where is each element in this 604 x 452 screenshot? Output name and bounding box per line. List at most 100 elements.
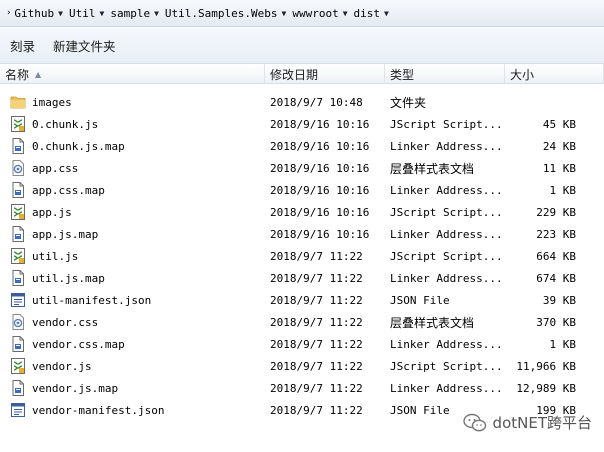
jscript-file-icon [10,116,26,132]
file-name-cell: 0.chunk.js [10,113,98,135]
file-name: vendor.css.map [32,337,125,351]
file-date: 2018/9/16 10:16 [270,227,370,241]
file-row[interactable]: 0.chunk.js 2018/9/16 10:16 JScript Script.… [0,113,604,135]
file-type: Linker Address... [390,337,503,351]
file-row[interactable]: util.js 2018/9/7 11:22 JScript Script... 66… [0,245,604,267]
json-file-icon [10,292,26,308]
file-name-cell: util-manifest.json [10,289,151,311]
file-row[interactable]: vendor.css.map 2018/9/7 11:22 Linker Addre… [0,333,604,355]
map-file-icon [10,226,26,242]
file-date: 2018/9/7 11:22 [270,403,363,417]
map-file-icon [10,336,26,352]
breadcrumb-item[interactable]: Util.Samples.Webs ▼ [165,7,292,20]
file-name: util-manifest.json [32,293,152,307]
file-name-cell: app.js.map [10,223,98,245]
address-bar[interactable]: › Github ▼ Util ▼ sample ▼ Util.Samples.… [0,0,604,27]
file-row[interactable]: util.js.map 2018/9/7 11:22 Linker Address.… [0,267,604,289]
chevron-down-icon[interactable]: ▼ [58,9,63,18]
chevron-down-icon[interactable]: ▼ [384,9,389,18]
file-row[interactable]: app.js.map 2018/9/16 10:16 Linker Address.… [0,223,604,245]
file-date: 2018/9/7 11:22 [270,337,363,351]
file-type: JSON File [390,293,450,307]
burn-button[interactable]: 刻录 [10,36,35,55]
file-row[interactable]: 0.chunk.js.map 2018/9/16 10:16 Linker Addr… [0,135,604,157]
file-size: 45 KB [542,117,576,131]
file-size: 1 KB [549,337,577,351]
file-name: util.js.map [32,271,105,285]
file-size: 370 KB [536,315,576,329]
chevron-down-icon[interactable]: ▼ [100,9,105,18]
file-name-cell: util.js [10,245,78,267]
file-size: 39 KB [542,293,576,307]
column-header-bar: 名称 ▲ 修改日期 类型 大小 [0,64,604,84]
file-name: vendor.js [32,359,92,373]
file-row[interactable]: app.css 2018/9/16 10:16 层叠样式表文档 11 KB [0,157,604,179]
file-type: JScript Script... [390,359,503,373]
file-size: 11,966 KB [516,359,576,373]
file-size: 11 KB [542,161,576,175]
chevron-down-icon[interactable]: ▼ [282,9,287,18]
column-header-type[interactable]: 类型 [385,64,505,84]
breadcrumb-label: Util [69,6,96,20]
chevron-down-icon[interactable]: ▼ [343,9,348,18]
file-name-cell: app.css.map [10,179,105,201]
file-name-cell: vendor.js [10,355,92,377]
file-name: app.css.map [32,183,105,197]
file-type: Linker Address... [390,183,503,197]
file-row[interactable]: images 2018/9/7 10:48 文件夹 [0,91,604,113]
file-name-cell: vendor-manifest.json [10,399,164,421]
column-header-size[interactable]: 大小 [505,64,604,84]
file-type: 文件夹 [390,95,427,110]
file-size: 229 KB [536,205,576,219]
file-row[interactable]: app.css.map 2018/9/16 10:16 Linker Address… [0,179,604,201]
file-date: 2018/9/16 10:16 [270,139,370,153]
breadcrumb-item[interactable]: dist ▼ [354,7,395,20]
breadcrumb-item[interactable]: › Github ▼ [6,7,69,20]
file-size: 674 KB [536,271,576,285]
file-name: vendor-manifest.json [32,403,165,417]
file-row[interactable]: vendor.css 2018/9/7 11:22 层叠样式表文档 370 KB [0,311,604,333]
file-date: 2018/9/7 11:22 [270,315,363,329]
file-date: 2018/9/16 10:16 [270,183,370,197]
file-size: 12,989 KB [516,381,576,395]
file-type: JScript Script... [390,117,503,131]
file-list: images 2018/9/7 10:48 文件夹 0.chunk.js 2018/9/… [0,91,604,421]
file-name: app.js [32,205,72,219]
column-header-label: 名称 [5,67,30,82]
column-header-label: 大小 [510,67,535,82]
jscript-file-icon [10,204,26,220]
breadcrumb-label: dist [353,6,381,20]
column-header-date[interactable]: 修改日期 [265,64,385,84]
file-type: JScript Script... [390,205,503,219]
breadcrumb-item[interactable]: wwwroot ▼ [292,7,353,20]
jscript-file-icon [10,248,26,264]
sort-ascending-icon: ▲ [35,69,42,79]
breadcrumb-item[interactable]: sample ▼ [110,7,165,20]
column-header-label: 修改日期 [270,67,319,82]
file-type: Linker Address... [390,271,503,285]
json-file-icon [10,402,26,418]
file-type: Linker Address... [390,139,503,153]
breadcrumb-label: Github [14,6,55,20]
file-date: 2018/9/16 10:16 [270,117,370,131]
file-name-cell: vendor.js.map [10,377,118,399]
file-name-cell: 0.chunk.js.map [10,135,125,157]
chevron-down-icon[interactable]: ▼ [154,9,159,18]
new-folder-button[interactable]: 新建文件夹 [53,36,116,55]
file-type: Linker Address... [390,381,503,395]
file-type: 层叠样式表文档 [390,315,475,330]
file-date: 2018/9/7 11:22 [270,293,363,307]
column-header-name[interactable]: 名称 ▲ [0,64,265,84]
file-row[interactable]: vendor.js.map 2018/9/7 11:22 Linker Addres… [0,377,604,399]
jscript-file-icon [10,358,26,374]
file-type: Linker Address... [390,227,503,241]
breadcrumb-item[interactable]: Util ▼ [69,7,110,20]
file-row[interactable]: vendor.js 2018/9/7 11:22 JScript Script...… [0,355,604,377]
file-row[interactable]: app.js 2018/9/16 10:16 JScript Script... 22… [0,201,604,223]
watermark: dotNET跨平台 [462,412,592,433]
file-name: vendor.js.map [32,381,119,395]
file-size: 223 KB [536,227,576,241]
command-bar: 刻录 新建文件夹 [0,28,604,64]
file-row[interactable]: util-manifest.json 2018/9/7 11:22 JSON Fil… [0,289,604,311]
file-size: 664 KB [536,249,576,263]
